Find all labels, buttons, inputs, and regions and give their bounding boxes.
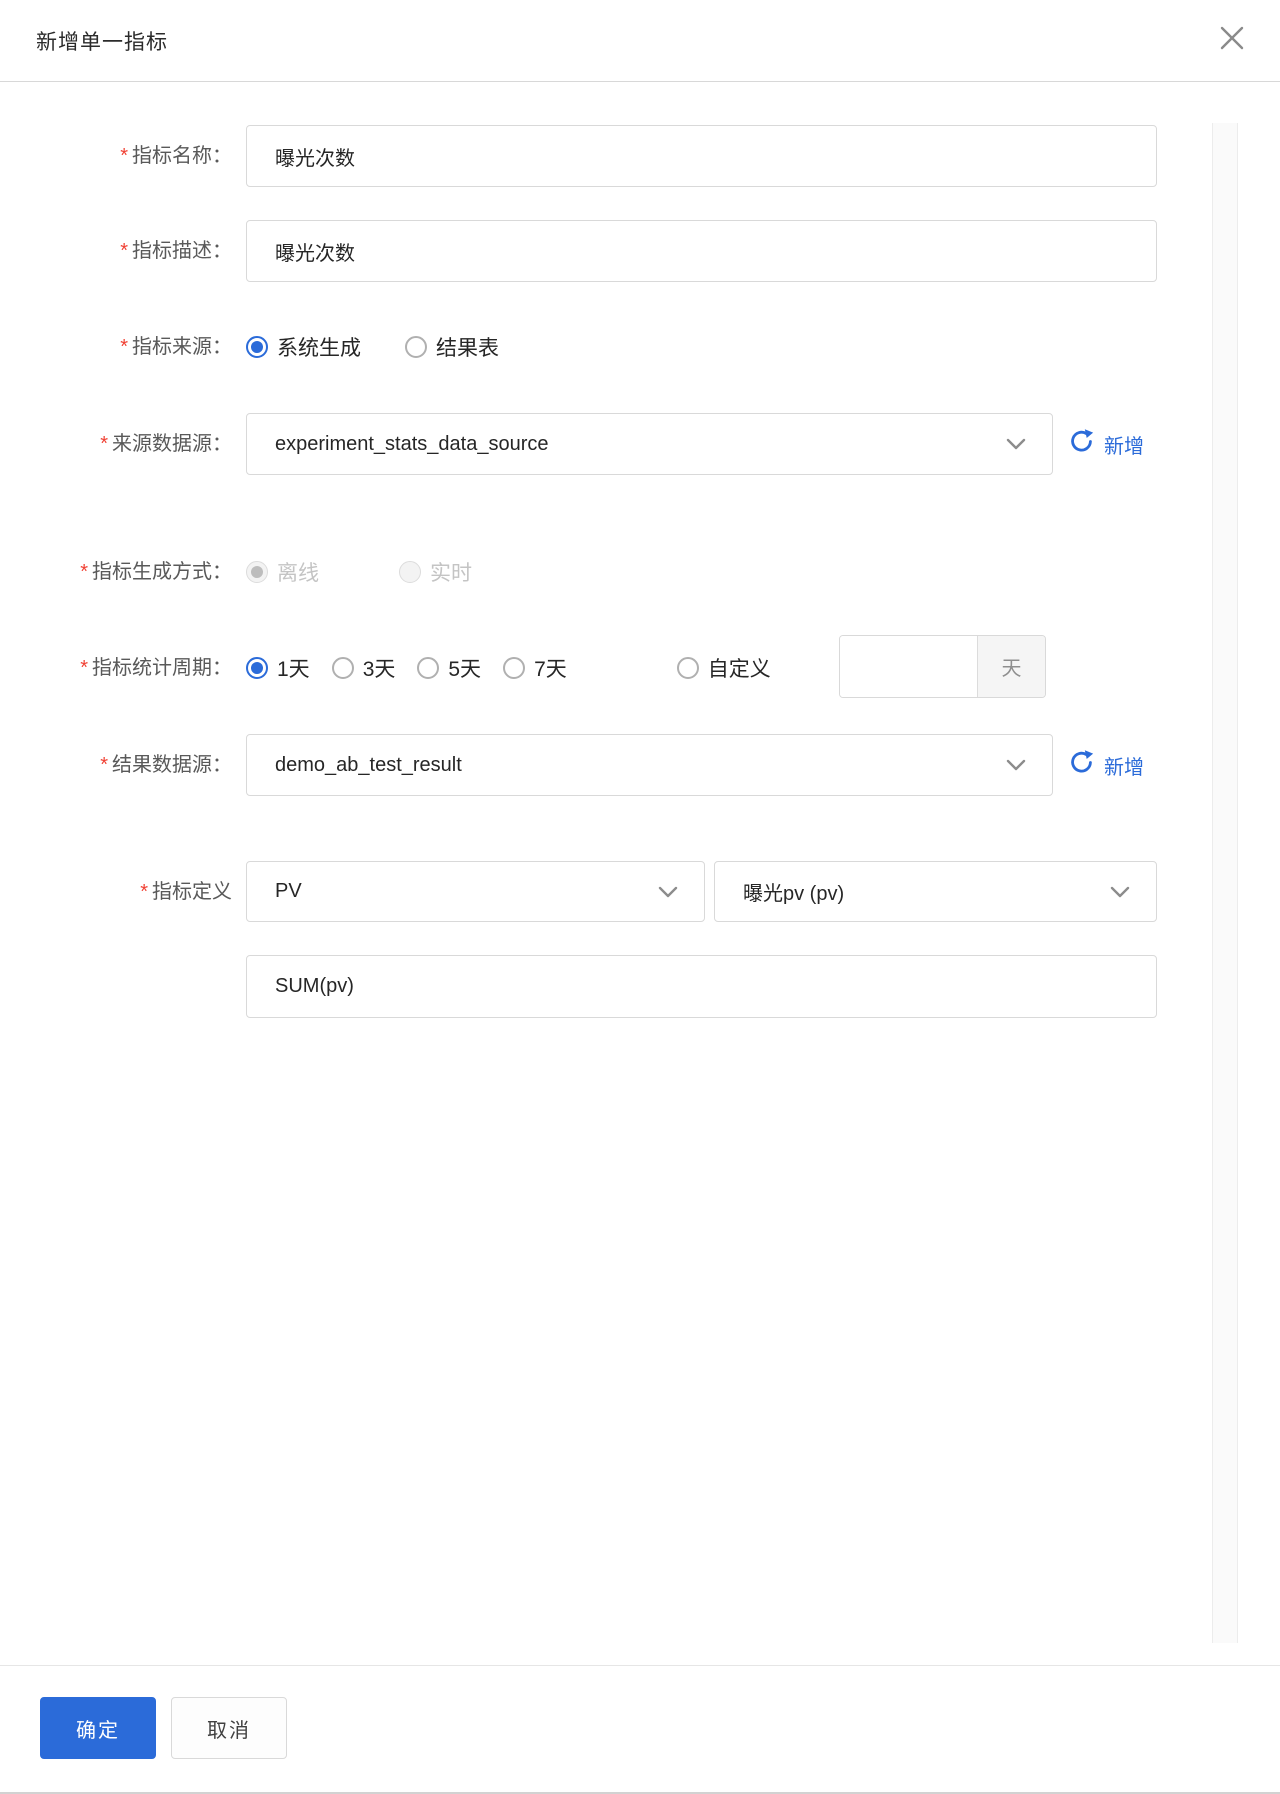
radio-unselected-icon: [676, 657, 699, 679]
source-datasource-select[interactable]: experiment_stats_data_source: [246, 413, 1053, 475]
required-asterisk: *: [120, 145, 128, 167]
custom-period-input[interactable]: [840, 636, 977, 697]
required-asterisk: *: [100, 754, 108, 776]
required-asterisk: *: [120, 336, 128, 358]
required-asterisk: *: [80, 657, 88, 679]
required-asterisk: *: [140, 881, 148, 903]
footer-divider: [0, 1665, 1280, 1666]
stat-period-radio-group: 1天 3天 5天 7天 自定义: [246, 653, 771, 683]
result-datasource-label: * 结果数据源：: [100, 754, 232, 776]
refresh-icon: [1068, 749, 1095, 781]
refresh-icon: [1068, 428, 1095, 460]
metric-name-label: * 指标名称：: [120, 145, 232, 167]
radio-system-generated[interactable]: 系统生成: [246, 332, 361, 362]
stat-period-label: * 指标统计周期：: [80, 657, 232, 679]
radio-disabled-icon: [399, 561, 421, 583]
chevron-down-icon: [658, 886, 678, 898]
metric-source-radio-group: 系统生成 结果表: [246, 332, 499, 362]
chevron-down-icon: [1006, 438, 1026, 450]
radio-offline-disabled: 离线: [246, 557, 319, 587]
radio-5-day[interactable]: 5天: [417, 653, 481, 683]
close-button[interactable]: [1216, 24, 1248, 56]
required-asterisk: *: [100, 433, 108, 455]
radio-unselected-icon: [503, 657, 526, 679]
metric-type-select[interactable]: PV: [246, 861, 705, 922]
required-asterisk: *: [120, 240, 128, 262]
radio-3-day[interactable]: 3天: [331, 653, 395, 683]
metric-desc-label: * 指标描述：: [120, 240, 232, 262]
radio-unselected-icon: [417, 657, 440, 679]
metric-name-input[interactable]: [246, 125, 1157, 187]
radio-selected-icon: [246, 336, 268, 358]
radio-1-day[interactable]: 1天: [246, 653, 310, 683]
confirm-button[interactable]: 确定: [40, 1697, 156, 1759]
refresh-button[interactable]: [1066, 750, 1096, 780]
scrollbar[interactable]: [1212, 123, 1238, 1643]
radio-result-table[interactable]: 结果表: [405, 332, 499, 362]
add-metric-dialog: 新增单一指标 *指标名称： *指标描述： *指标来源： 系统生成 结果表: [0, 0, 1280, 1794]
header-divider: [0, 81, 1280, 82]
generation-mode-label: * 指标生成方式：: [80, 561, 232, 583]
generation-mode-radio-group: 离线 实时: [246, 557, 472, 587]
source-datasource-actions: 新增: [1066, 413, 1144, 475]
required-asterisk: *: [80, 561, 88, 583]
chevron-down-icon: [1006, 759, 1026, 771]
radio-unselected-icon: [331, 657, 354, 679]
custom-period-field: 天: [839, 635, 1046, 698]
radio-7-day[interactable]: 7天: [503, 653, 567, 683]
close-icon: [1219, 25, 1245, 56]
metric-definition-label: * 指标定义: [140, 881, 232, 903]
chevron-down-icon: [1110, 886, 1130, 898]
radio-realtime-disabled: 实时: [399, 557, 472, 587]
refresh-button[interactable]: [1066, 429, 1096, 459]
radio-custom[interactable]: 自定义: [676, 653, 771, 683]
metric-source-label: * 指标来源：: [120, 336, 232, 358]
add-datasource-link[interactable]: 新增: [1104, 430, 1144, 459]
source-datasource-label: * 来源数据源：: [100, 433, 232, 455]
page-title: 新增单一指标: [36, 31, 168, 54]
result-datasource-select[interactable]: demo_ab_test_result: [246, 734, 1053, 796]
result-datasource-actions: 新增: [1066, 734, 1144, 796]
cancel-button[interactable]: 取消: [171, 1697, 287, 1759]
add-datasource-link[interactable]: 新增: [1104, 751, 1144, 780]
unit-suffix: 天: [977, 636, 1045, 697]
radio-selected-icon: [246, 657, 268, 679]
metric-field-select[interactable]: 曝光pv (pv): [714, 861, 1157, 922]
radio-disabled-selected-icon: [246, 561, 268, 583]
radio-unselected-icon: [405, 336, 427, 358]
formula-input[interactable]: [246, 955, 1157, 1018]
metric-desc-input[interactable]: [246, 220, 1157, 282]
